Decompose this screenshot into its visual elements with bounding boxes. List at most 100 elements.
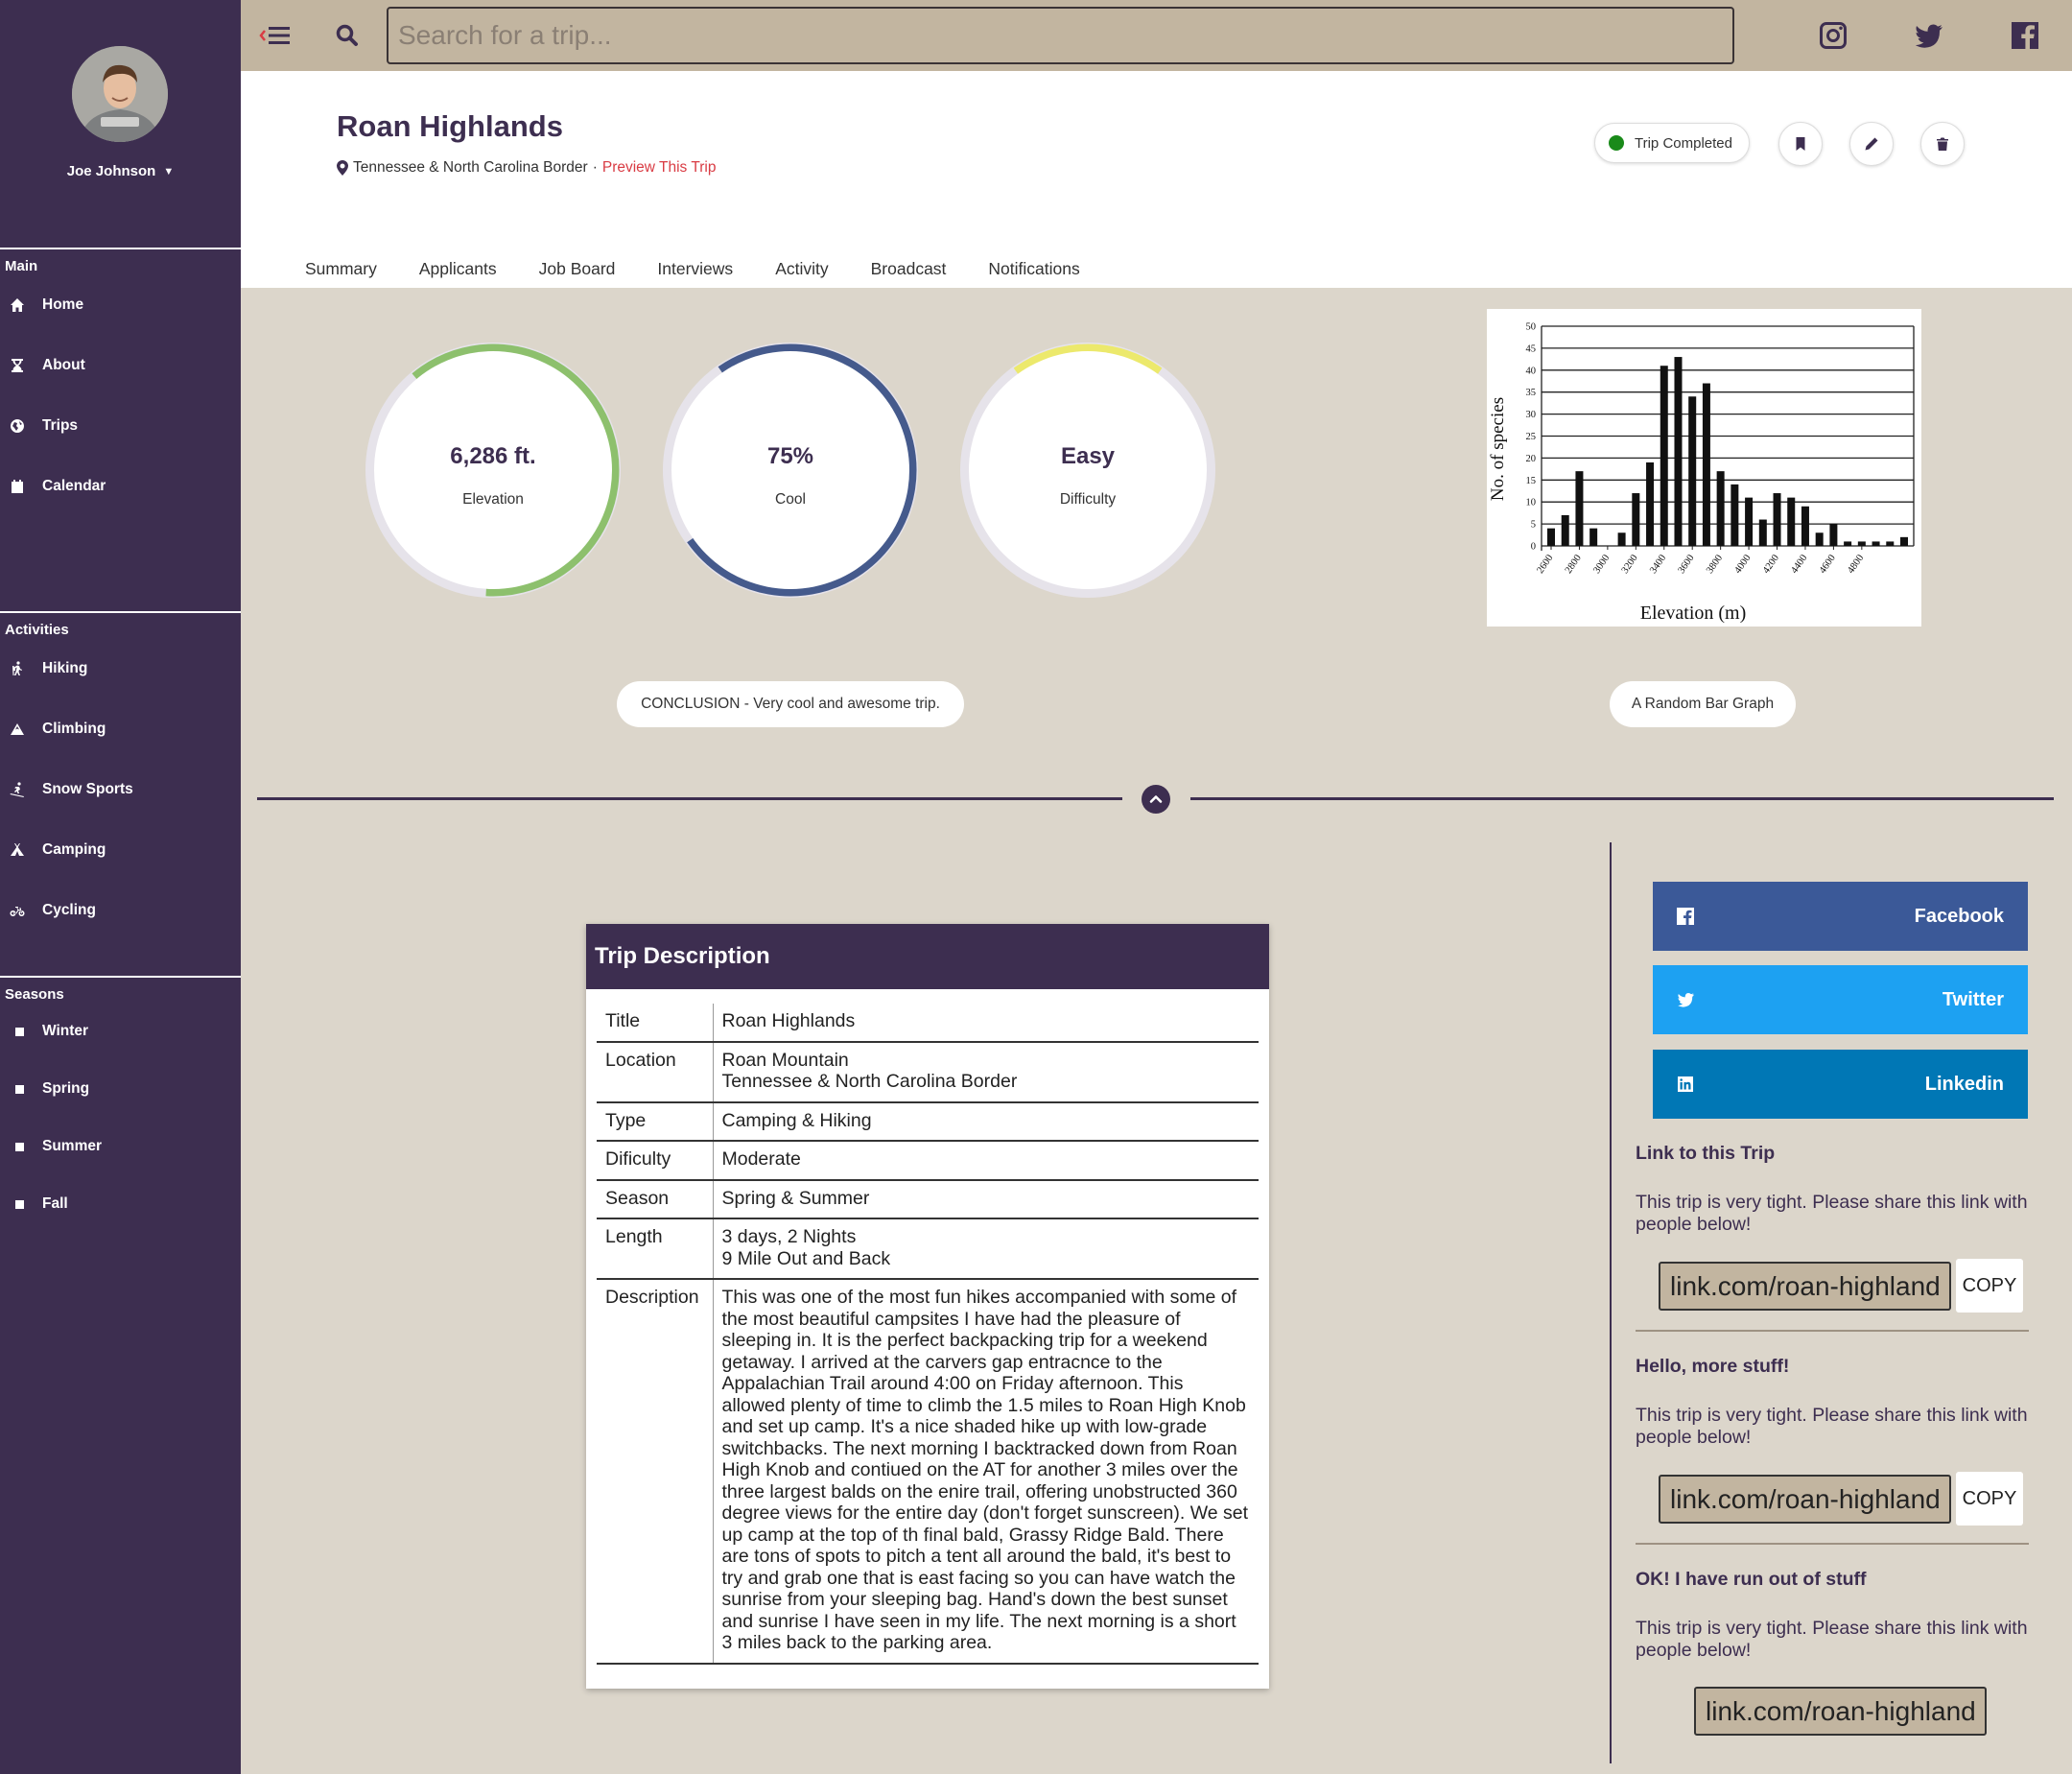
- trip-header: Roan Highlands Tennessee & North Carolin…: [241, 71, 2072, 288]
- status-dot-icon: [1609, 135, 1624, 151]
- share-twitter-button[interactable]: Twitter: [1653, 965, 2028, 1034]
- chart-xtick-label: 4000: [1732, 553, 1753, 576]
- tab-job-board[interactable]: Job Board: [539, 259, 616, 279]
- globe-icon: [0, 418, 42, 434]
- hiking-icon: [0, 661, 42, 676]
- chart-xtick-label: 3600: [1677, 553, 1697, 576]
- copy-button[interactable]: COPY: [1956, 1472, 2023, 1526]
- trip-link-field[interactable]: link.com/roan-highland: [1659, 1262, 1951, 1311]
- sidebar-item-label: Camping: [42, 841, 106, 858]
- sidebar-item-winter[interactable]: Winter: [0, 1012, 241, 1051]
- edit-button[interactable]: [1849, 122, 1894, 166]
- tab-applicants[interactable]: Applicants: [419, 259, 497, 279]
- skiing-icon: [0, 782, 42, 797]
- sidebar-item-spring[interactable]: Spring: [0, 1070, 241, 1108]
- square-bullet-icon: [15, 1084, 24, 1094]
- stat-elevation: 6,286 ft. Elevation: [361, 338, 625, 603]
- preview-trip-link[interactable]: Preview This Trip: [602, 159, 717, 177]
- tab-activity[interactable]: Activity: [775, 259, 828, 279]
- chart-bar: [1886, 541, 1895, 546]
- table-row: Title Roan Highlands: [597, 1004, 1259, 1043]
- tab-broadcast[interactable]: Broadcast: [871, 259, 947, 279]
- instagram-icon[interactable]: [1817, 19, 1849, 52]
- sidebar-item-snow-sports[interactable]: Snow Sports: [0, 770, 241, 809]
- search-icon[interactable]: [335, 23, 360, 48]
- share-facebook-button[interactable]: Facebook: [1653, 882, 2028, 951]
- row-value: 3 days, 2 Nights 9 Mile Out and Back: [713, 1218, 1259, 1280]
- chart-ytick-label: 35: [1526, 388, 1537, 398]
- stat-value: 6,286 ft.: [450, 443, 536, 469]
- sidebar-item-label: About: [42, 357, 85, 373]
- section-divider: [257, 797, 1122, 800]
- facebook-icon[interactable]: [2009, 19, 2041, 52]
- sidebar-item-climbing[interactable]: Climbing: [0, 710, 241, 748]
- sidebar-divider: [0, 248, 241, 249]
- sidebar-item-label: Snow Sports: [42, 781, 133, 797]
- stat-caption: Elevation: [462, 491, 524, 508]
- sidebar-item-label: Climbing: [42, 721, 106, 737]
- row-key: Description: [597, 1279, 714, 1665]
- search-input[interactable]: [387, 7, 1734, 64]
- sidebar-item-home[interactable]: Home: [0, 286, 241, 324]
- table-row: Location Roan Mountain Tennessee & North …: [597, 1041, 1259, 1103]
- row-value: Roan Highlands: [713, 1004, 1259, 1043]
- bookmark-button[interactable]: [1778, 122, 1823, 166]
- chart-xtick-label: 4600: [1818, 553, 1838, 576]
- sidebar-item-fall[interactable]: Fall: [0, 1185, 241, 1223]
- chart-bar: [1844, 541, 1852, 546]
- avatar[interactable]: [72, 46, 168, 142]
- chart-xtick-label: 4200: [1761, 553, 1781, 576]
- collapse-button[interactable]: [1142, 785, 1170, 814]
- separator: ·: [592, 159, 598, 176]
- chart-bar: [1815, 532, 1824, 546]
- chart-ytick-label: 40: [1526, 366, 1537, 376]
- row-key: Location: [597, 1041, 714, 1103]
- stat-value: 75%: [766, 443, 814, 469]
- trip-link-field[interactable]: link.com/roan-highland: [1694, 1687, 1987, 1736]
- square-bullet-icon: [15, 1027, 24, 1036]
- tab-interviews[interactable]: Interviews: [657, 259, 733, 279]
- sidebar-item-trips[interactable]: Trips: [0, 407, 241, 445]
- chart-bar: [1688, 396, 1697, 546]
- sidebar-item-cycling[interactable]: Cycling: [0, 891, 241, 930]
- sidebar-section-seasons: Seasons: [5, 986, 64, 1003]
- sidebar-item-calendar[interactable]: Calendar: [0, 467, 241, 506]
- share-linkedin-button[interactable]: Linkedin: [1653, 1050, 2028, 1119]
- sidebar-item-camping[interactable]: Camping: [0, 831, 241, 869]
- mountain-icon: [0, 721, 42, 737]
- table-row: Dificulty Moderate: [597, 1141, 1259, 1181]
- sidebar-item-hiking[interactable]: Hiking: [0, 650, 241, 688]
- trip-link-field[interactable]: link.com/roan-highland: [1659, 1475, 1951, 1524]
- facebook-icon: [1677, 908, 1694, 925]
- chart-ytick-label: 30: [1526, 410, 1537, 420]
- copy-button[interactable]: COPY: [1956, 1259, 2023, 1313]
- chart-bar: [1674, 357, 1683, 546]
- user-menu[interactable]: Joe Johnson ▼: [0, 163, 241, 179]
- bicycle-icon: [0, 903, 42, 918]
- sidebar-item-label: Trips: [42, 417, 79, 434]
- sidebar-item-about[interactable]: About: [0, 346, 241, 385]
- chart-ytick-label: 20: [1526, 454, 1537, 464]
- twitter-icon[interactable]: [1913, 19, 1945, 52]
- chart-xlabel: Elevation (m): [1640, 603, 1747, 624]
- chart-bar: [1801, 506, 1809, 546]
- sidebar-item-summer[interactable]: Summer: [0, 1127, 241, 1166]
- chart-bar: [1716, 471, 1725, 546]
- section-divider: [1190, 797, 2054, 800]
- sidebar-section-main: Main: [5, 258, 38, 274]
- table-row: Type Camping & Hiking: [597, 1101, 1259, 1142]
- calendar-icon: [0, 479, 42, 494]
- sidebar-item-label: Home: [42, 296, 84, 313]
- delete-button[interactable]: [1920, 122, 1965, 166]
- hourglass-icon: [0, 358, 42, 373]
- menu-toggle-icon[interactable]: [258, 19, 293, 52]
- sidebar-item-label: Winter: [42, 1023, 89, 1039]
- card-header: Trip Description: [586, 924, 1269, 989]
- stat-value: Easy: [1060, 443, 1116, 469]
- chart-xtick-label: 2600: [1535, 553, 1555, 576]
- chart-bar: [1758, 519, 1767, 546]
- tab-summary[interactable]: Summary: [305, 259, 377, 279]
- tab-notifications[interactable]: Notifications: [988, 259, 1079, 279]
- sidebar-divider: [0, 976, 241, 978]
- chart-bar: [1632, 493, 1640, 546]
